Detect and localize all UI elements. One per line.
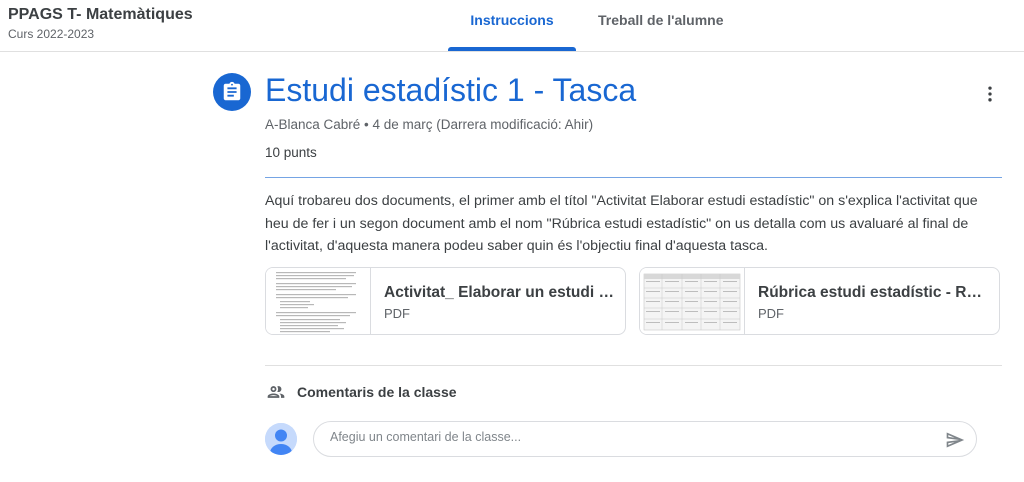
send-icon (946, 432, 965, 448)
avatar-icon (265, 423, 297, 455)
assignment-points: 10 punts (265, 145, 317, 160)
course-term: Curs 2022-2023 (8, 27, 95, 41)
top-bar: PPAGS T- Matemàtiques Curs 2022-2023 Ins… (0, 0, 1024, 52)
people-icon (265, 382, 287, 402)
attachment-title: Activitat_ Elaborar un estudi estadístic (384, 284, 614, 301)
send-button[interactable] (945, 430, 965, 450)
tab-student-work[interactable]: Treball de l'alumne (598, 12, 723, 28)
header-divider (265, 177, 1002, 178)
more-vert-icon (988, 86, 992, 102)
assignment-title: Estudi estadístic 1 - Tasca (265, 72, 637, 108)
document-thumbnail (266, 268, 371, 334)
comment-box (313, 421, 977, 457)
attachment-title: Rúbrica estudi estadístic - Rúbrica (758, 284, 988, 301)
assignment-description: Aquí trobareu dos documents, el primer a… (265, 193, 978, 254)
class-comments-label: Comentaris de la classe (297, 384, 457, 400)
active-tab-indicator (448, 47, 576, 51)
comments-divider (265, 365, 1002, 366)
attachment-activitat[interactable]: Activitat_ Elaborar un estudi estadístic… (265, 267, 626, 335)
tab-instructions[interactable]: Instruccions (448, 12, 576, 28)
attachment-type: PDF (384, 306, 410, 321)
attachment-rubrica[interactable]: Rúbrica estudi estadístic - Rúbrica PDF (639, 267, 1000, 335)
comment-input[interactable] (330, 430, 930, 444)
assignment-meta: A-Blanca Cabré • 4 de març (Darrera modi… (265, 117, 594, 132)
assignment-icon (213, 73, 251, 111)
attachment-type: PDF (758, 306, 784, 321)
course-name[interactable]: PPAGS T- Matemàtiques (8, 6, 193, 24)
document-thumbnail (640, 268, 745, 334)
more-options-button[interactable] (976, 80, 1004, 108)
